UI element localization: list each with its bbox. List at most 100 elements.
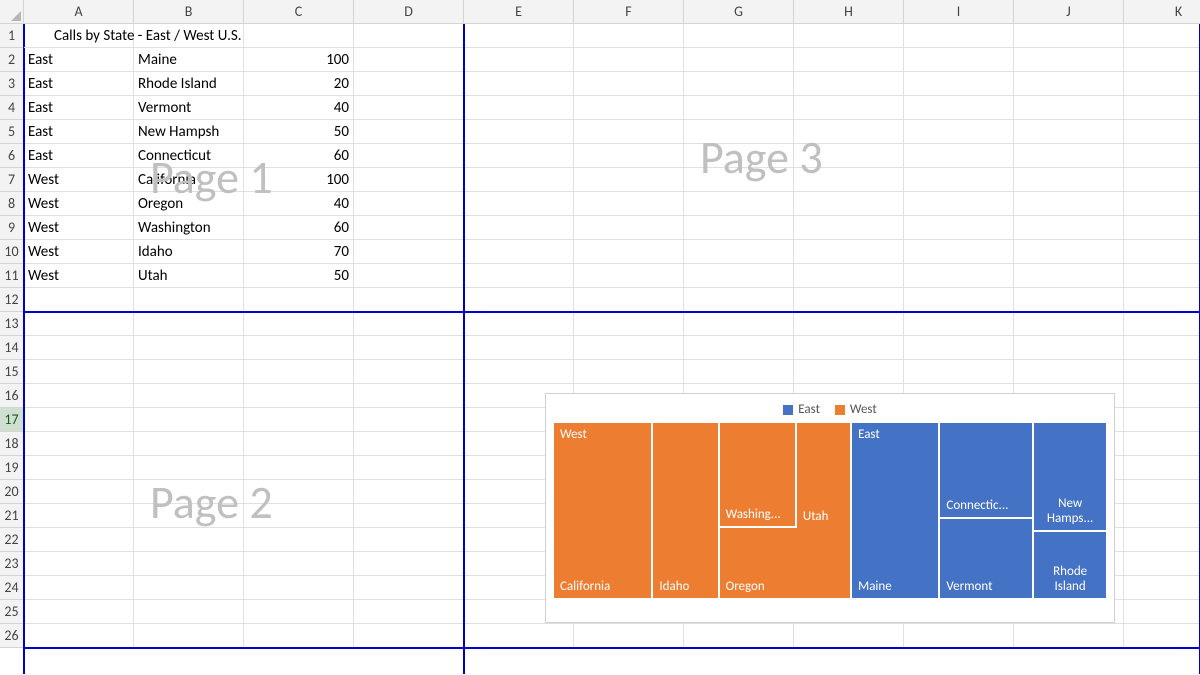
cell-I12[interactable] bbox=[904, 288, 1014, 312]
cell-D9[interactable] bbox=[354, 216, 464, 240]
cell-K17[interactable] bbox=[1124, 408, 1200, 432]
cell-D6[interactable] bbox=[354, 144, 464, 168]
cell-B25[interactable] bbox=[134, 600, 244, 624]
cell-E10[interactable] bbox=[464, 240, 574, 264]
cell-B15[interactable] bbox=[134, 360, 244, 384]
row-header-6[interactable]: 6 bbox=[0, 144, 24, 168]
cell-C15[interactable] bbox=[244, 360, 354, 384]
cell-A17[interactable] bbox=[24, 408, 134, 432]
row-header-13[interactable]: 13 bbox=[0, 312, 24, 336]
cell-C20[interactable] bbox=[244, 480, 354, 504]
cell-C7[interactable]: 100 bbox=[244, 168, 354, 192]
row-header-1[interactable]: 1 bbox=[0, 24, 24, 48]
cell-C11[interactable]: 50 bbox=[244, 264, 354, 288]
cell-C12[interactable] bbox=[244, 288, 354, 312]
cell-E14[interactable] bbox=[464, 336, 574, 360]
cell-E1[interactable] bbox=[464, 24, 574, 48]
cell-C13[interactable] bbox=[244, 312, 354, 336]
cell-D3[interactable] bbox=[354, 72, 464, 96]
cell-J7[interactable] bbox=[1014, 168, 1124, 192]
col-header-C[interactable]: C bbox=[244, 0, 354, 24]
row-header-15[interactable]: 15 bbox=[0, 360, 24, 384]
cell-F15[interactable] bbox=[574, 360, 684, 384]
cell-B22[interactable] bbox=[134, 528, 244, 552]
cell-G11[interactable] bbox=[684, 264, 794, 288]
cell-A18[interactable] bbox=[24, 432, 134, 456]
cell-C24[interactable] bbox=[244, 576, 354, 600]
cell-C14[interactable] bbox=[244, 336, 354, 360]
cell-B2[interactable]: Maine bbox=[134, 48, 244, 72]
cell-E12[interactable] bbox=[464, 288, 574, 312]
cell-J6[interactable] bbox=[1014, 144, 1124, 168]
cell-B4[interactable]: Vermont bbox=[134, 96, 244, 120]
col-header-I[interactable]: I bbox=[904, 0, 1014, 24]
cell-G14[interactable] bbox=[684, 336, 794, 360]
cell-I15[interactable] bbox=[904, 360, 1014, 384]
row-header-20[interactable]: 20 bbox=[0, 480, 24, 504]
cell-I3[interactable] bbox=[904, 72, 1014, 96]
cell-A12[interactable] bbox=[24, 288, 134, 312]
cell-K3[interactable] bbox=[1124, 72, 1200, 96]
cell-F1[interactable] bbox=[574, 24, 684, 48]
cell-H8[interactable] bbox=[794, 192, 904, 216]
cell-K11[interactable] bbox=[1124, 264, 1200, 288]
cell-C17[interactable] bbox=[244, 408, 354, 432]
row-header-4[interactable]: 4 bbox=[0, 96, 24, 120]
cell-J9[interactable] bbox=[1014, 216, 1124, 240]
cell-I4[interactable] bbox=[904, 96, 1014, 120]
cell-K14[interactable] bbox=[1124, 336, 1200, 360]
cell-E8[interactable] bbox=[464, 192, 574, 216]
cell-I1[interactable] bbox=[904, 24, 1014, 48]
cell-C4[interactable]: 40 bbox=[244, 96, 354, 120]
cell-K9[interactable] bbox=[1124, 216, 1200, 240]
cell-F8[interactable] bbox=[574, 192, 684, 216]
cell-A24[interactable] bbox=[24, 576, 134, 600]
cell-H6[interactable] bbox=[794, 144, 904, 168]
cell-K10[interactable] bbox=[1124, 240, 1200, 264]
cell-K23[interactable] bbox=[1124, 552, 1200, 576]
cell-E3[interactable] bbox=[464, 72, 574, 96]
cell-B24[interactable] bbox=[134, 576, 244, 600]
row-header-21[interactable]: 21 bbox=[0, 504, 24, 528]
cell-B19[interactable] bbox=[134, 456, 244, 480]
cell-A26[interactable] bbox=[24, 624, 134, 648]
cell-I13[interactable] bbox=[904, 312, 1014, 336]
cell-A16[interactable] bbox=[24, 384, 134, 408]
cell-C21[interactable] bbox=[244, 504, 354, 528]
cell-B18[interactable] bbox=[134, 432, 244, 456]
cell-F7[interactable] bbox=[574, 168, 684, 192]
cell-K2[interactable] bbox=[1124, 48, 1200, 72]
cell-D15[interactable] bbox=[354, 360, 464, 384]
cell-A19[interactable] bbox=[24, 456, 134, 480]
cell-F10[interactable] bbox=[574, 240, 684, 264]
cell-B9[interactable]: Washington bbox=[134, 216, 244, 240]
cell-D8[interactable] bbox=[354, 192, 464, 216]
cell-G2[interactable] bbox=[684, 48, 794, 72]
cell-J2[interactable] bbox=[1014, 48, 1124, 72]
cell-K24[interactable] bbox=[1124, 576, 1200, 600]
cell-D13[interactable] bbox=[354, 312, 464, 336]
cell-D21[interactable] bbox=[354, 504, 464, 528]
cell-G8[interactable] bbox=[684, 192, 794, 216]
cell-J14[interactable] bbox=[1014, 336, 1124, 360]
cell-I11[interactable] bbox=[904, 264, 1014, 288]
cell-J13[interactable] bbox=[1014, 312, 1124, 336]
cell-D10[interactable] bbox=[354, 240, 464, 264]
cell-I9[interactable] bbox=[904, 216, 1014, 240]
cell-K13[interactable] bbox=[1124, 312, 1200, 336]
cell-J11[interactable] bbox=[1014, 264, 1124, 288]
cell-D20[interactable] bbox=[354, 480, 464, 504]
cell-H12[interactable] bbox=[794, 288, 904, 312]
cell-G10[interactable] bbox=[684, 240, 794, 264]
select-all-corner[interactable] bbox=[0, 0, 24, 24]
cell-H3[interactable] bbox=[794, 72, 904, 96]
col-header-J[interactable]: J bbox=[1014, 0, 1124, 24]
row-header-12[interactable]: 12 bbox=[0, 288, 24, 312]
row-header-17[interactable]: 17 bbox=[0, 408, 24, 432]
col-header-E[interactable]: E bbox=[464, 0, 574, 24]
cell-I6[interactable] bbox=[904, 144, 1014, 168]
cell-H4[interactable] bbox=[794, 96, 904, 120]
cell-D7[interactable] bbox=[354, 168, 464, 192]
row-header-11[interactable]: 11 bbox=[0, 264, 24, 288]
row-header-18[interactable]: 18 bbox=[0, 432, 24, 456]
